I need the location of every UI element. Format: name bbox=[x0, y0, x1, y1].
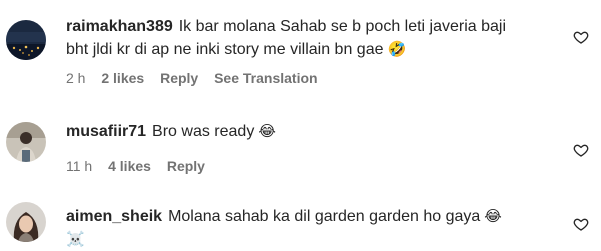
comment-item: musafiir71 Bro was ready 😂 11 h 4 likes Re… bbox=[0, 105, 601, 185]
avatar[interactable] bbox=[6, 202, 46, 242]
girl-avatar-icon bbox=[6, 202, 46, 242]
night-city-avatar-icon bbox=[6, 20, 46, 60]
comment-time: 11 h bbox=[66, 158, 93, 174]
comment-item: aimen_sheik Molana sahab ka dil garden ga… bbox=[0, 190, 601, 250]
likes-count-button[interactable]: 4 likes bbox=[108, 158, 151, 174]
reply-button[interactable]: Reply bbox=[160, 70, 198, 86]
comment-time: 2 h bbox=[66, 70, 86, 86]
heart-icon[interactable] bbox=[573, 142, 589, 158]
comment-text-continued: bht jldi kr di ap ne inki story me villa… bbox=[66, 41, 384, 58]
see-translation-button[interactable]: See Translation bbox=[214, 70, 317, 86]
likes-count-button[interactable]: 2 likes bbox=[101, 70, 144, 86]
rofl-emoji-icon: 🤣 bbox=[387, 40, 407, 58]
comment-text: Ik bar molana Sahab se b poch leti javer… bbox=[178, 18, 507, 35]
joy-emoji-icon: 😂 bbox=[484, 207, 502, 225]
comment-text: Molana sahab ka dil garden garden ho gay… bbox=[168, 208, 481, 225]
comment-item: raimakhan389 Ik bar molana Sahab se b poc… bbox=[0, 0, 601, 100]
skull-crossbones-emoji-icon: ☠️ bbox=[66, 230, 85, 248]
avatar[interactable] bbox=[6, 20, 46, 60]
joy-emoji-icon: 😂 bbox=[258, 122, 276, 140]
heart-icon[interactable] bbox=[573, 216, 589, 232]
person-avatar-icon bbox=[6, 122, 46, 162]
avatar[interactable] bbox=[6, 122, 46, 162]
comment-username[interactable]: aimen_sheik bbox=[66, 208, 162, 225]
comment-username[interactable]: raimakhan389 bbox=[66, 18, 173, 35]
reply-button[interactable]: Reply bbox=[167, 158, 205, 174]
comment-username[interactable]: musafiir71 bbox=[66, 123, 146, 140]
comment-text: Bro was ready bbox=[152, 123, 255, 140]
heart-icon[interactable] bbox=[573, 29, 589, 45]
